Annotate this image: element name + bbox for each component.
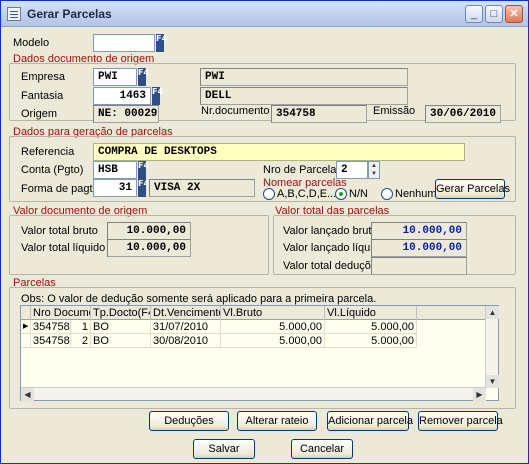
- row-pointer-icon: ▶: [21, 320, 31, 334]
- maximize-button[interactable]: □: [485, 5, 503, 23]
- cell-bruto[interactable]: 5.000,00: [221, 320, 325, 334]
- f4-text: F4: [138, 161, 150, 170]
- origem-field: NE: 000298: [93, 105, 159, 123]
- remover-parcela-button[interactable]: Remover parcela: [418, 411, 503, 431]
- row-indicator: [21, 334, 31, 348]
- parcelas-obs: Obs: O valor de dedução somente será apl…: [21, 293, 377, 305]
- cell-dt[interactable]: 31/07/2010: [151, 320, 221, 334]
- table-row[interactable]: ▶ 354758 1 BO 31/07/2010 5.000,00 5.000,…: [21, 320, 486, 334]
- nrdoc-label: Nr.documento: [201, 105, 270, 117]
- radio-nenhum[interactable]: [381, 188, 393, 200]
- fantasia-name-field: DELL: [200, 87, 408, 105]
- parcelas-grid[interactable]: Nro Document Tp.Docto(F4) Dt.Vencimento …: [20, 305, 499, 401]
- salvar-button[interactable]: Salvar: [193, 439, 255, 459]
- lancado-bruto-label: Valor lançado bruto: [283, 225, 378, 237]
- gerar-parcelas-window: Gerar Parcelas _ □ ✕ Modelo F4 Dados doc…: [0, 0, 529, 464]
- grid-header: Nro Document Tp.Docto(F4) Dt.Vencimento …: [21, 306, 486, 320]
- f4-text: F4: [152, 87, 164, 96]
- referencia-label: Referencia: [21, 146, 75, 158]
- close-button[interactable]: ✕: [505, 5, 523, 23]
- lancado-liquido-label: Valor lançado líquido: [283, 242, 385, 254]
- col-dt-vencimento[interactable]: Dt.Vencimento: [151, 306, 221, 320]
- spin-down-icon[interactable]: ▼: [369, 170, 379, 178]
- empresa-name-field: PWI: [200, 68, 408, 86]
- radio-abc[interactable]: [263, 188, 275, 200]
- empresa-lookup-f4-icon[interactable]: F4: [138, 68, 150, 86]
- radio-nenhum-label: Nenhum: [395, 188, 437, 200]
- conta-label: Conta (Pgto): [21, 164, 84, 176]
- valor-bruto-field: 10.000,00: [107, 222, 191, 240]
- lancado-bruto-field: 10.000,00: [371, 222, 467, 240]
- cell-dt[interactable]: 30/08/2010: [151, 334, 221, 348]
- cell-bruto[interactable]: 5.000,00: [221, 334, 325, 348]
- col-vl-bruto[interactable]: Vl.Bruto: [221, 306, 325, 320]
- radio-nn[interactable]: [335, 188, 347, 200]
- alterar-rateio-button[interactable]: Alterar rateio: [237, 411, 317, 431]
- referencia-input[interactable]: COMPRA DE DESKTOPS: [93, 143, 465, 161]
- minimize-button[interactable]: _: [465, 5, 483, 23]
- nro-parcelas-spinner[interactable]: ▲ ▼: [368, 161, 380, 179]
- scroll-left-icon[interactable]: ◀: [21, 388, 34, 401]
- total-deducoes-field: [371, 257, 467, 275]
- deducoes-button[interactable]: Deduções: [149, 411, 229, 431]
- cell-doc[interactable]: 354758: [31, 334, 71, 348]
- forma-pagto-lookup-f4-icon[interactable]: F4: [138, 179, 150, 197]
- origem-label: Origem: [21, 108, 58, 120]
- window-title: Gerar Parcelas: [27, 7, 112, 21]
- emissao-label: Emissão: [373, 105, 416, 117]
- conta-lookup-f4-icon[interactable]: F4: [138, 161, 150, 179]
- lancado-liquido-field: 10.000,00: [371, 239, 467, 257]
- valor-bruto-label: Valor total bruto: [21, 225, 98, 237]
- col-nro-document[interactable]: Nro Document: [31, 306, 91, 320]
- window-icon: [7, 7, 21, 21]
- fantasia-label: Fantasia: [21, 90, 64, 102]
- grid-vertical-scrollbar[interactable]: ▲ ▼: [485, 306, 499, 388]
- row-indicator-header: [21, 306, 31, 320]
- adicionar-parcela-button[interactable]: Adicionar parcela: [327, 411, 413, 431]
- col-tp-docto[interactable]: Tp.Docto(F4): [91, 306, 151, 320]
- radio-abc-label: A,B,C,D,E...: [277, 188, 337, 200]
- nrdoc-field: 354758: [271, 105, 367, 123]
- scroll-right-icon[interactable]: ▶: [473, 388, 486, 401]
- gerar-parcelas-button[interactable]: Gerar Parcelas: [435, 179, 510, 199]
- table-row[interactable]: 354758 2 BO 30/08/2010 5.000,00 5.000,00: [21, 334, 486, 348]
- forma-pagto-desc-field: VISA 2X: [149, 179, 255, 197]
- grid-horizontal-scrollbar[interactable]: ◀ ▶: [21, 387, 486, 401]
- f4-text: F4: [156, 34, 168, 43]
- fantasia-code-field[interactable]: 1463: [93, 87, 151, 105]
- conta-input[interactable]: HSB: [93, 161, 137, 179]
- modelo-lookup-f4-icon[interactable]: F4: [156, 34, 168, 52]
- emissao-field: 30/06/2010: [425, 105, 501, 123]
- title-bar[interactable]: Gerar Parcelas _ □ ✕: [1, 1, 528, 27]
- cancelar-button[interactable]: Cancelar: [291, 439, 353, 459]
- f4-text: F4: [138, 68, 150, 77]
- fantasia-lookup-f4-icon[interactable]: F4: [152, 87, 164, 105]
- col-vl-liquido[interactable]: Vl.Líquido: [325, 306, 417, 320]
- modelo-input[interactable]: [93, 34, 155, 52]
- forma-pagto-code-input[interactable]: 31: [93, 179, 137, 197]
- empresa-code-field[interactable]: PWI: [93, 68, 137, 86]
- cell-liquido[interactable]: 5.000,00: [325, 334, 417, 348]
- scroll-down-icon[interactable]: ▼: [486, 375, 499, 388]
- cell-doc[interactable]: 354758: [31, 320, 71, 334]
- radio-nn-label: N/N: [349, 188, 368, 200]
- valor-liquido-field: 10.000,00: [107, 239, 191, 257]
- cell-n[interactable]: 2: [71, 334, 91, 348]
- cell-tp[interactable]: BO: [91, 320, 151, 334]
- nro-parcelas-label: Nro de Parcelas: [263, 164, 342, 176]
- scroll-up-icon[interactable]: ▲: [486, 306, 499, 319]
- empresa-label: Empresa: [21, 71, 66, 83]
- forma-pagto-label: Forma de pagto: [21, 183, 99, 195]
- spin-up-icon[interactable]: ▲: [369, 162, 379, 170]
- cell-tp[interactable]: BO: [91, 334, 151, 348]
- cell-n[interactable]: 1: [71, 320, 91, 334]
- valor-liquido-label: Valor total líquido: [21, 242, 106, 254]
- f4-text: F4: [138, 179, 150, 188]
- cell-liquido[interactable]: 5.000,00: [325, 320, 417, 334]
- modelo-label: Modelo: [13, 37, 50, 49]
- total-deducoes-label: Valor total deduções: [283, 260, 383, 272]
